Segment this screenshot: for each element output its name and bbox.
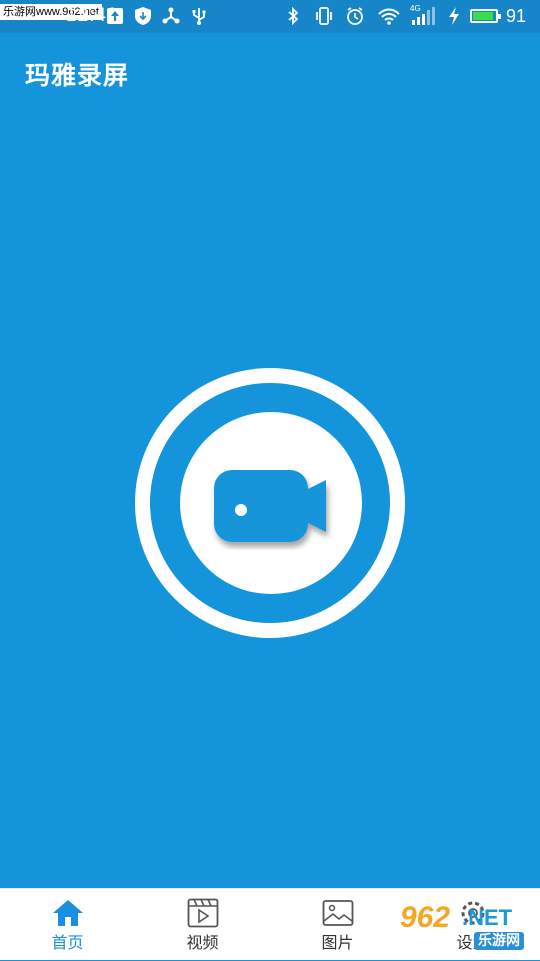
battery-level-fill bbox=[473, 12, 493, 20]
share-icon bbox=[162, 7, 180, 24]
watermark-suffix: .NET bbox=[462, 905, 513, 930]
status-bar: 乐游网www.962.net 12:40 4G 91 bbox=[0, 0, 540, 33]
usb-icon bbox=[192, 8, 206, 25]
nav-item-home[interactable]: 首页 bbox=[0, 889, 135, 961]
charging-icon bbox=[449, 7, 459, 25]
nav-label-video: 视频 bbox=[186, 933, 219, 952]
home-icon bbox=[52, 900, 83, 926]
video-camera-icon bbox=[214, 470, 326, 542]
site-watermark: 962 .NET 乐游网 bbox=[398, 900, 536, 958]
wifi-icon bbox=[378, 8, 400, 25]
battery-icon bbox=[470, 9, 501, 23]
shield-download-icon bbox=[135, 7, 151, 25]
upload-icon bbox=[107, 8, 123, 24]
watermark-number: 962 bbox=[400, 901, 451, 934]
watermark-site-name: 乐游网 bbox=[474, 932, 524, 950]
vibrate-icon bbox=[316, 7, 332, 25]
app-title: 玛雅录屏 bbox=[25, 61, 130, 90]
nav-item-video[interactable]: 视频 bbox=[135, 889, 270, 961]
bluetooth-icon bbox=[288, 6, 299, 26]
image-icon bbox=[322, 900, 353, 926]
nav-item-image[interactable]: 图片 bbox=[270, 889, 405, 961]
nav-label-image: 图片 bbox=[321, 933, 354, 952]
alarm-icon bbox=[347, 7, 363, 25]
battery-percent: 91 bbox=[506, 6, 527, 26]
signal-icon bbox=[412, 7, 435, 25]
video-icon bbox=[187, 898, 218, 928]
nav-label-home: 首页 bbox=[51, 933, 84, 952]
